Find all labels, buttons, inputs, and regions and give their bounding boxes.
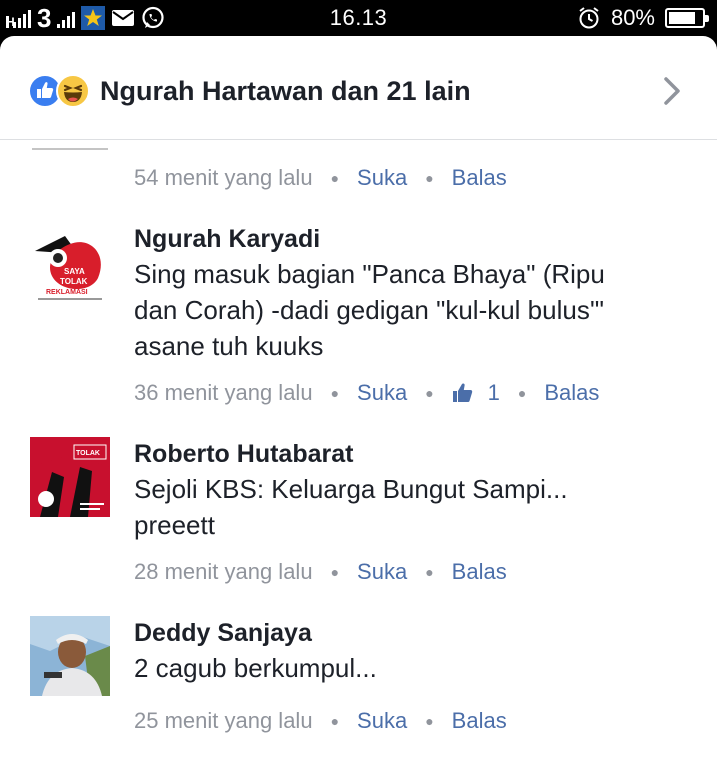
comment-time: 36 menit yang lalu — [134, 380, 313, 405]
separator-dot: ● — [517, 385, 527, 401]
thumbs-up-icon — [452, 383, 472, 402]
comment-time: 25 menit yang lalu — [134, 708, 313, 733]
like-count[interactable]: 1 — [452, 379, 500, 407]
comment-meta: 36 menit yang lalu ● Suka ● 1 ● Balas — [134, 379, 599, 407]
separator-dot: ● — [425, 170, 434, 186]
comment-line: Sejoli KBS: Keluarga Bungut Sampi... — [134, 474, 568, 504]
reply-link[interactable]: Balas — [452, 707, 507, 735]
comment-time: 28 menit yang lalu — [134, 559, 313, 584]
commenter-name[interactable]: Roberto Hutabarat — [134, 437, 674, 471]
svg-text:TOLAK: TOLAK — [76, 450, 100, 457]
comment-meta: 25 menit yang lalu ● Suka ● Balas — [134, 707, 507, 735]
separator-dot: ● — [425, 385, 434, 401]
comment-body: Deddy Sanjaya 2 cagub berkumpul... — [134, 616, 674, 686]
commenter-name[interactable]: Deddy Sanjaya — [134, 616, 674, 650]
separator-dot: ● — [425, 713, 434, 729]
comment-meta: 28 menit yang lalu ● Suka ● Balas — [134, 558, 507, 586]
reaction-icons — [28, 74, 92, 108]
status-bar: H 3 16.13 80% — [0, 0, 717, 36]
comment-text: Sejoli KBS: Keluarga Bungut Sampi... pre… — [134, 471, 674, 543]
comment-body: Ngurah Karyadi Sing masuk bagian "Panca … — [134, 222, 674, 364]
avatar[interactable] — [30, 140, 110, 154]
comment-time: 54 menit yang lalu — [134, 165, 313, 190]
battery-icon — [665, 8, 709, 28]
comment-line: preeett — [134, 510, 215, 540]
alarm-icon — [579, 7, 599, 29]
battery-percent: 80% — [610, 5, 655, 30]
reactions-header[interactable]: Ngurah Hartawan dan 21 lain — [0, 36, 717, 140]
haha-reaction-icon — [56, 74, 90, 108]
reactions-summary[interactable]: Ngurah Hartawan dan 21 lain — [100, 74, 471, 108]
comment-line: asane tuh kuuks — [134, 331, 324, 361]
status-right-icons: 80% — [577, 4, 709, 32]
separator-dot: ● — [330, 170, 340, 186]
comment-text: 2 cagub berkumpul... — [134, 650, 674, 686]
comment-body: Roberto Hutabarat Sejoli KBS: Keluarga B… — [134, 437, 674, 543]
avatar[interactable]: SAYA TOLAK REKLAMASI — [30, 226, 110, 306]
reply-link[interactable]: Balas — [452, 164, 507, 192]
like-link[interactable]: Suka — [357, 164, 407, 192]
separator-dot: ● — [330, 564, 340, 580]
like-link[interactable]: Suka — [357, 379, 407, 407]
svg-text:REKLAMASI: REKLAMASI — [46, 289, 88, 296]
svg-text:TOLAK: TOLAK — [60, 277, 88, 286]
like-link[interactable]: Suka — [357, 707, 407, 735]
reply-link[interactable]: Balas — [544, 379, 599, 407]
like-count-number: 1 — [487, 380, 500, 405]
comment-line: 2 cagub berkumpul... — [134, 653, 377, 683]
comment-line: dan Corah) -dadi gedigan "kul-kul bulus'… — [134, 295, 605, 325]
separator-dot: ● — [425, 564, 434, 580]
chevron-right-icon[interactable] — [657, 74, 687, 108]
reply-link[interactable]: Balas — [452, 558, 507, 586]
comments-sheet: Ngurah Hartawan dan 21 lain 54 menit yan… — [0, 36, 717, 763]
avatar[interactable]: TOLAK — [30, 437, 110, 517]
svg-text:SAYA: SAYA — [64, 267, 85, 276]
avatar[interactable] — [30, 616, 110, 696]
battery-fill — [669, 12, 695, 24]
comment-line: Sing masuk bagian "Panca Bhaya" (Ripu — [134, 259, 605, 289]
comment-meta: 54 menit yang lalu ● Suka ● Balas — [134, 164, 507, 192]
like-link[interactable]: Suka — [357, 558, 407, 586]
commenter-name[interactable]: Ngurah Karyadi — [134, 222, 674, 256]
separator-dot: ● — [330, 385, 340, 401]
comment-text: Sing masuk bagian "Panca Bhaya" (Ripu da… — [134, 256, 674, 364]
separator-dot: ● — [330, 713, 340, 729]
